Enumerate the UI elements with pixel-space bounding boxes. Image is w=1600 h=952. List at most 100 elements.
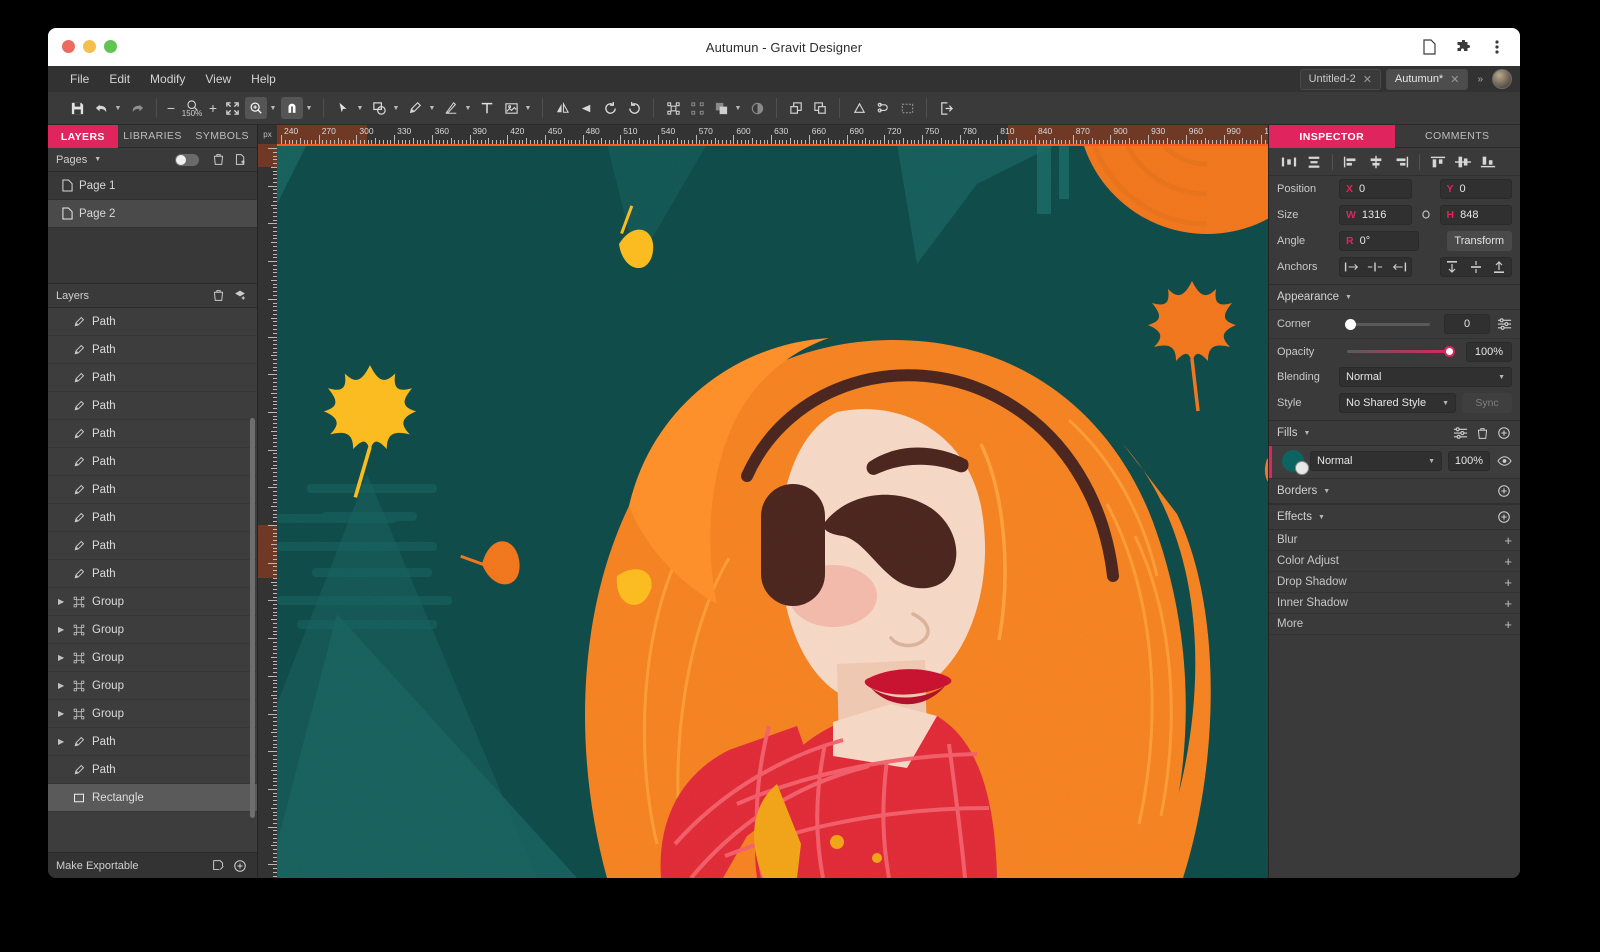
tab-layers[interactable]: LAYERS bbox=[48, 125, 118, 148]
close-icon[interactable]: ✕ bbox=[1450, 73, 1459, 86]
chevron-down-icon[interactable]: ▼ bbox=[1323, 488, 1330, 495]
layer-row[interactable]: ▶ Path bbox=[48, 336, 257, 364]
flip-vertical-icon[interactable] bbox=[575, 97, 597, 119]
expand-triangle-icon[interactable]: ▶ bbox=[58, 709, 66, 718]
zoom-level-display[interactable]: 150% bbox=[179, 99, 205, 117]
distribute-vertical-icon[interactable] bbox=[1302, 151, 1326, 173]
chevron-down-icon[interactable]: » bbox=[1473, 74, 1487, 85]
chevron-down-icon[interactable]: ▼ bbox=[428, 105, 438, 112]
undo-icon[interactable] bbox=[90, 97, 112, 119]
avatar[interactable] bbox=[1492, 69, 1512, 89]
group-icon[interactable] bbox=[662, 97, 684, 119]
add-icon[interactable]: + bbox=[1504, 575, 1512, 590]
add-export-icon[interactable] bbox=[231, 857, 249, 875]
expand-triangle-icon[interactable]: ▶ bbox=[58, 681, 66, 690]
magnet-snap-icon[interactable] bbox=[281, 97, 303, 119]
align-center-horizontal-icon[interactable] bbox=[1364, 151, 1388, 173]
sync-style-button[interactable]: Sync bbox=[1462, 393, 1512, 413]
size-h-field[interactable]: H 848 bbox=[1440, 205, 1513, 225]
redo-icon[interactable] bbox=[126, 97, 148, 119]
zoom-out-button[interactable]: − bbox=[165, 97, 177, 119]
align-middle-vertical-icon[interactable] bbox=[1451, 151, 1475, 173]
document-tab-autumun[interactable]: Autumun* ✕ bbox=[1386, 69, 1469, 90]
layer-row[interactable]: ▶ Path bbox=[48, 448, 257, 476]
image-tool-icon[interactable] bbox=[500, 97, 522, 119]
menu-file[interactable]: File bbox=[60, 69, 99, 89]
position-y-field[interactable]: Y 0 bbox=[1440, 179, 1513, 199]
fill-options-icon[interactable] bbox=[1452, 426, 1468, 440]
corner-value[interactable]: 0 bbox=[1444, 314, 1490, 334]
add-layer-icon[interactable] bbox=[231, 287, 249, 305]
align-right-icon[interactable] bbox=[1389, 151, 1413, 173]
chevron-down-icon[interactable]: ▼ bbox=[305, 105, 315, 112]
pointer-tool-icon[interactable] bbox=[332, 97, 354, 119]
pages-visibility-toggle[interactable] bbox=[175, 154, 199, 166]
expand-triangle-icon[interactable]: ▶ bbox=[58, 737, 66, 746]
add-icon[interactable]: + bbox=[1504, 533, 1512, 548]
layer-row[interactable]: ▶ Path bbox=[48, 756, 257, 784]
page-item-1[interactable]: Page 1 bbox=[48, 172, 257, 200]
layer-row[interactable]: ▶ Path bbox=[48, 420, 257, 448]
text-tool-icon[interactable] bbox=[476, 97, 498, 119]
align-bottom-icon[interactable] bbox=[1476, 151, 1500, 173]
style-select[interactable]: No Shared Style ▼ bbox=[1339, 393, 1456, 413]
layer-row[interactable]: ▶ Path bbox=[48, 476, 257, 504]
vertical-ruler[interactable]: 1501802102402703003303603904204504805105… bbox=[258, 144, 277, 878]
chevron-down-icon[interactable]: ▼ bbox=[524, 105, 534, 112]
window-controls[interactable] bbox=[62, 40, 117, 53]
maximize-window-button[interactable] bbox=[104, 40, 117, 53]
chevron-down-icon[interactable]: ▼ bbox=[1318, 514, 1325, 521]
fill-type-icon[interactable] bbox=[1295, 461, 1309, 475]
layer-row[interactable]: ▶ Path bbox=[48, 532, 257, 560]
boolean-icon[interactable] bbox=[710, 97, 732, 119]
add-page-icon[interactable] bbox=[231, 151, 249, 169]
delete-layer-icon[interactable] bbox=[209, 287, 227, 305]
link-ratio-icon[interactable] bbox=[1418, 207, 1434, 223]
add-effect-icon[interactable] bbox=[1496, 510, 1512, 524]
add-icon[interactable]: + bbox=[1504, 554, 1512, 569]
close-window-button[interactable] bbox=[62, 40, 75, 53]
tab-symbols[interactable]: SYMBOLS bbox=[187, 125, 257, 148]
layer-row[interactable]: ▶ Group bbox=[48, 700, 257, 728]
flip-horizontal-icon[interactable] bbox=[551, 97, 573, 119]
anchor-bottom-icon[interactable] bbox=[1493, 260, 1505, 274]
chevron-down-icon[interactable]: ▼ bbox=[1303, 430, 1310, 437]
fill-blending-select[interactable]: Normal ▼ bbox=[1310, 451, 1442, 471]
effect-item-drop-shadow[interactable]: Drop Shadow + bbox=[1269, 572, 1520, 593]
shape-tool-icon[interactable] bbox=[368, 97, 390, 119]
layer-row[interactable]: ▶ Path bbox=[48, 392, 257, 420]
layers-list[interactable]: ▶ Path ▶ Path ▶ Path ▶ Path ▶ Path ▶ bbox=[48, 308, 257, 852]
horizontal-ruler[interactable]: 2402703003303603904204504805105405706006… bbox=[277, 125, 1268, 144]
angle-field[interactable]: R 0° bbox=[1339, 231, 1419, 251]
effect-item-blur[interactable]: Blur + bbox=[1269, 530, 1520, 551]
layers-scrollbar[interactable] bbox=[250, 418, 255, 818]
add-icon[interactable]: + bbox=[1504, 596, 1512, 611]
menu-modify[interactable]: Modify bbox=[140, 69, 195, 89]
convert-path-icon[interactable] bbox=[848, 97, 870, 119]
layer-row[interactable]: ▶ Group bbox=[48, 644, 257, 672]
opacity-value[interactable]: 100% bbox=[1466, 342, 1512, 362]
position-x-field[interactable]: X 0 bbox=[1339, 179, 1412, 199]
send-back-icon[interactable] bbox=[809, 97, 831, 119]
align-top-icon[interactable] bbox=[1426, 151, 1450, 173]
expand-triangle-icon[interactable]: ▶ bbox=[58, 653, 66, 662]
zoom-tool-icon[interactable] bbox=[245, 97, 267, 119]
chevron-down-icon[interactable]: ▼ bbox=[1442, 400, 1449, 407]
distribute-horizontal-icon[interactable] bbox=[1277, 151, 1301, 173]
mask-icon[interactable] bbox=[746, 97, 768, 119]
chevron-down-icon[interactable]: ▼ bbox=[114, 105, 124, 112]
anchor-right-icon[interactable] bbox=[1391, 261, 1407, 273]
layer-row[interactable]: ▶ Group bbox=[48, 616, 257, 644]
corner-options-icon[interactable] bbox=[1496, 317, 1512, 331]
export-settings-icon[interactable] bbox=[209, 857, 227, 875]
tab-inspector[interactable]: INSPECTOR bbox=[1269, 125, 1395, 148]
canvas-area[interactable]: px 2402703003303603904204504805105405706… bbox=[258, 125, 1268, 878]
blending-select[interactable]: Normal ▼ bbox=[1339, 367, 1512, 387]
layer-row[interactable]: ▶ Path bbox=[48, 364, 257, 392]
add-border-icon[interactable] bbox=[1496, 484, 1512, 498]
export-icon[interactable] bbox=[935, 97, 957, 119]
knife-tool-icon[interactable] bbox=[440, 97, 462, 119]
page-icon[interactable] bbox=[1420, 38, 1438, 56]
chevron-down-icon[interactable]: ▼ bbox=[464, 105, 474, 112]
layer-row[interactable]: ▶ Path bbox=[48, 728, 257, 756]
